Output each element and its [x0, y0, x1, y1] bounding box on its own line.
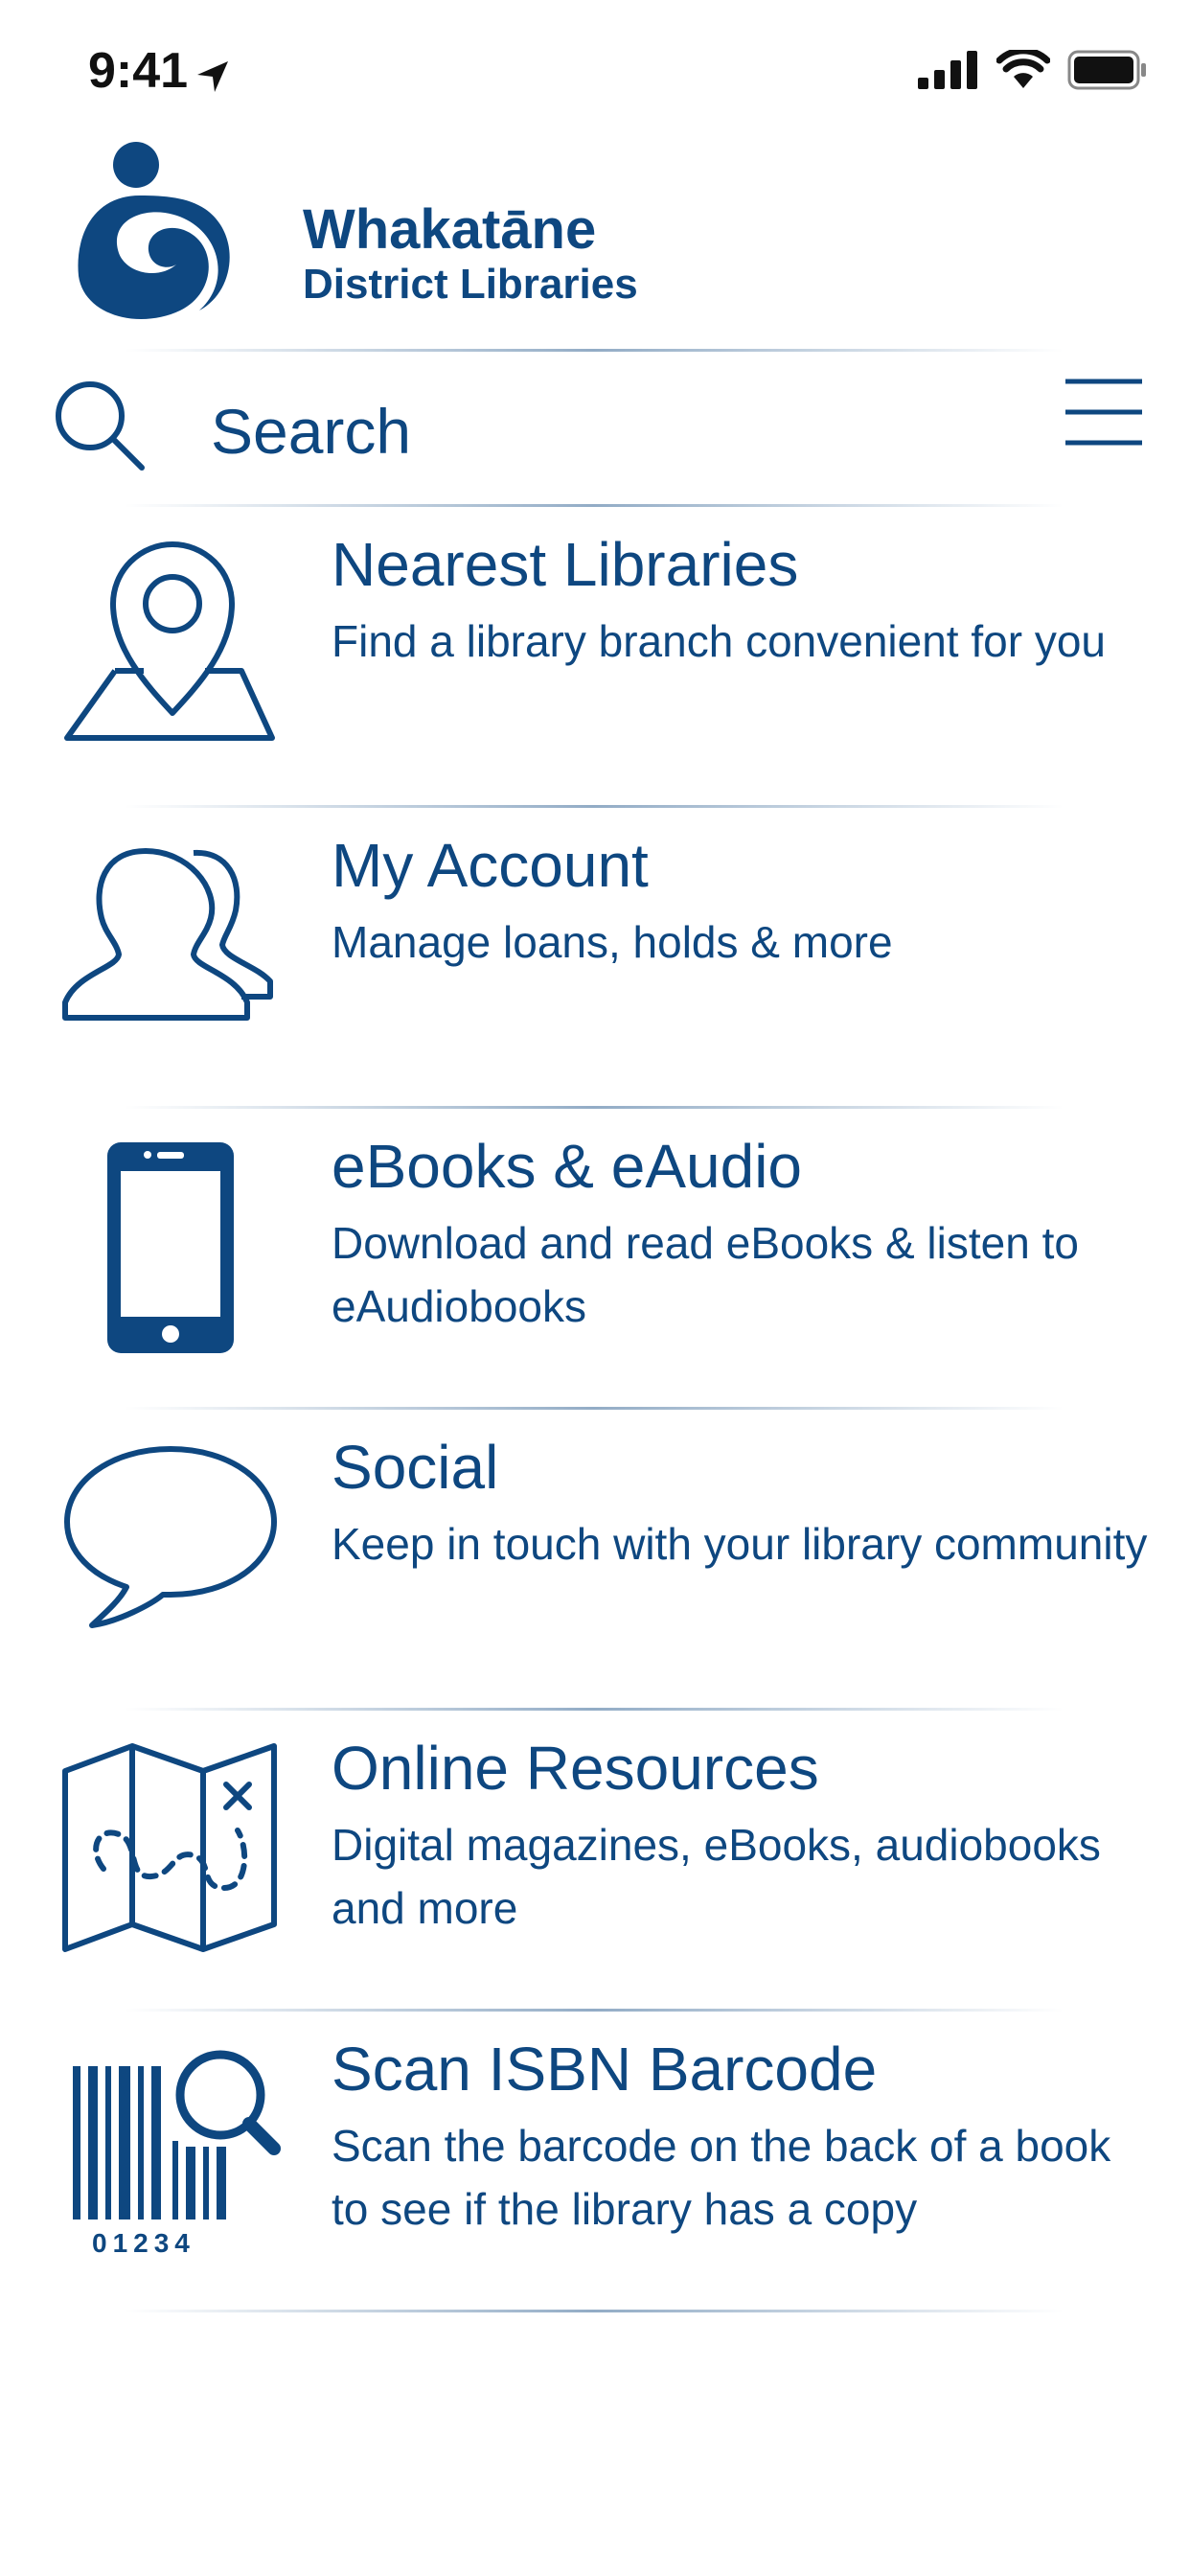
barcode-search-icon: 01234	[73, 2050, 281, 2258]
logo-title: Whakatāne	[303, 198, 597, 261]
divider	[125, 504, 1064, 507]
item-description: Download and read eBooks & listen to eAu…	[332, 1218, 1079, 1331]
item-description: Find a library branch convenient for you	[332, 616, 1106, 666]
map-pin-icon	[64, 541, 275, 741]
search-bar	[0, 355, 1190, 504]
scan-isbn-barcode-item[interactable]: 01234 Scan ISBN Barcode Scan the barcode…	[0, 2012, 1190, 2310]
users-icon	[62, 848, 273, 1021]
search-input[interactable]	[211, 383, 977, 479]
divider	[125, 1106, 1064, 1109]
koru-logo-icon	[78, 142, 230, 319]
battery-icon	[1067, 50, 1146, 90]
speech-bubble-icon	[64, 1446, 277, 1628]
item-description: Digital magazines, eBooks, audiobooks an…	[332, 1820, 1101, 1933]
online-resources-item[interactable]: Online Resources Digital magazines, eBoo…	[0, 1712, 1190, 2009]
wifi-icon	[996, 50, 1050, 88]
divider	[125, 349, 1064, 352]
divider	[125, 1407, 1064, 1410]
item-title: eBooks & eAudio	[332, 1132, 802, 1201]
status-time: 9:41	[88, 43, 189, 99]
divider	[125, 2009, 1064, 2012]
item-title: My Account	[332, 831, 649, 900]
item-title: Online Resources	[332, 1734, 819, 1803]
treasure-map-icon	[62, 1743, 277, 1952]
ebooks-eaudio-item[interactable]: eBooks & eAudio Download and read eBooks…	[0, 1110, 1190, 1407]
status-icons	[918, 50, 1148, 90]
divider	[125, 2310, 1064, 2312]
divider	[125, 1708, 1064, 1711]
social-item[interactable]: Social Keep in touch with your library c…	[0, 1411, 1190, 1708]
item-title: Nearest Libraries	[332, 530, 799, 599]
item-title: Scan ISBN Barcode	[332, 2035, 878, 2104]
library-logo: Whakatāne District Libraries	[73, 142, 638, 324]
item-description: Scan the barcode on the back of a book t…	[332, 2121, 1111, 2234]
item-description: Keep in touch with your library communit…	[332, 1519, 1148, 1569]
barcode-digits: 01234	[92, 2228, 195, 2258]
divider	[125, 805, 1064, 808]
my-account-item[interactable]: My Account Manage loans, holds & more	[0, 809, 1190, 1106]
hamburger-menu-icon[interactable]	[1064, 376, 1144, 448]
item-title: Social	[332, 1433, 499, 1502]
item-description: Manage loans, holds & more	[332, 917, 893, 967]
nearest-libraries-item[interactable]: Nearest Libraries Find a library branch …	[0, 508, 1190, 805]
logo-subtitle: District Libraries	[303, 261, 638, 308]
signal-icon	[918, 51, 977, 89]
search-icon[interactable]	[52, 378, 148, 473]
status-bar: 9:41	[0, 0, 1190, 144]
smartphone-icon	[107, 1142, 234, 1353]
location-arrow-icon	[197, 61, 228, 92]
